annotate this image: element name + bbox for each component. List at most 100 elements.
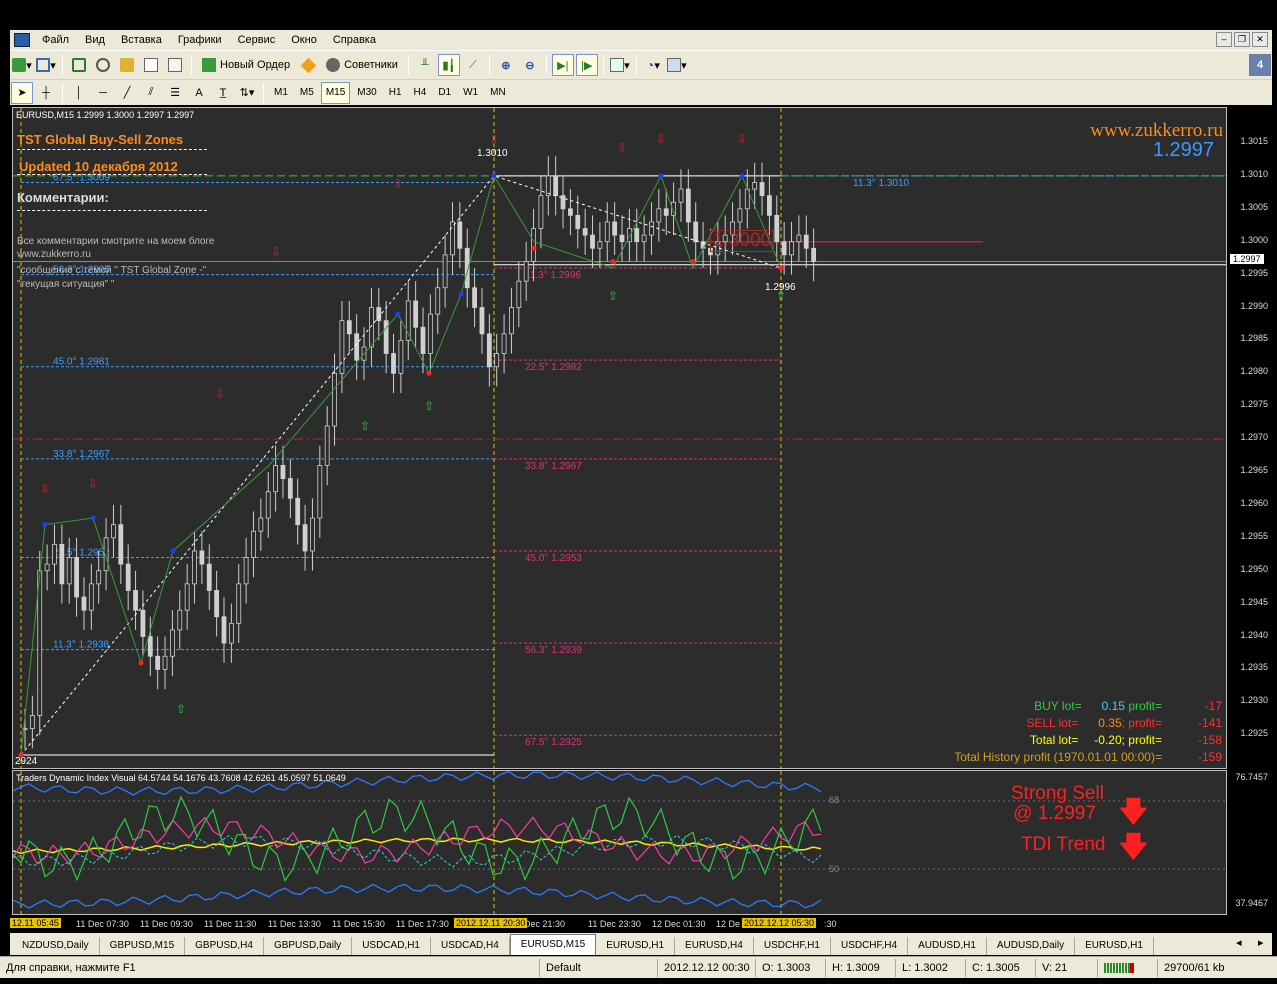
status-open: O: 1.3003	[756, 958, 826, 977]
candle-body	[206, 563, 212, 591]
chart-window-icon[interactable]	[14, 33, 30, 47]
price-scale-label: 1.2965	[1240, 465, 1268, 475]
cursor-button[interactable]: ➤	[11, 81, 33, 104]
price-chart[interactable]: 67.5° 1.3009 56.3° 1.2995 45.0° 1.2981 33.8…	[12, 107, 1227, 769]
chart-shift-button[interactable]: |▶	[575, 54, 598, 76]
chart-tab[interactable]: GBPUSD,M15	[100, 937, 186, 955]
menu-insert[interactable]: Вставка	[113, 30, 170, 50]
tab-scroll-right-icon[interactable]: ▸	[1258, 936, 1264, 949]
candle-body	[789, 241, 794, 256]
chart-tab[interactable]: NZDUSD,Daily	[12, 937, 100, 955]
status-profile[interactable]: Default	[540, 958, 658, 977]
candlestick-button[interactable]: ▮╽	[437, 54, 460, 76]
bar-chart-button[interactable]: ╨	[414, 54, 436, 76]
price-scale-label: 1.2955	[1240, 530, 1268, 541]
bar-chart-icon: ╨	[420, 59, 429, 71]
chart-tab[interactable]: USDCHF,H4	[831, 937, 909, 955]
sell-label: SELL lot=	[1026, 716, 1079, 730]
metaeditor-button[interactable]	[297, 54, 319, 76]
timeframe-mn[interactable]: MN	[485, 82, 511, 104]
timeframe-m15[interactable]: M15	[320, 81, 351, 104]
navigator-button[interactable]	[116, 54, 138, 76]
chart-tab[interactable]: USDCHF,H1	[754, 937, 831, 955]
time-axis-label: 11 Dec 15:30	[332, 919, 385, 929]
new-order-icon	[202, 58, 216, 72]
new-order-button[interactable]: Новый Ордер	[197, 54, 295, 76]
fibonacci-button[interactable]: ☰	[164, 82, 186, 104]
data-window-button[interactable]	[92, 54, 114, 76]
candle-body	[184, 583, 190, 611]
menu-window[interactable]: Окно	[283, 30, 325, 50]
messages-button[interactable]: 4	[1249, 54, 1271, 76]
time-axis-label: 11 Dec 23:30	[588, 919, 641, 929]
swing-high-label: 1.3010	[477, 148, 508, 159]
menu-charts[interactable]: Графики	[170, 30, 230, 50]
timeframe-m30[interactable]: M30	[352, 82, 381, 104]
sell-arrow-icon: ⇩	[215, 387, 225, 401]
profiles-button[interactable]: ▾	[35, 54, 57, 76]
candle-body	[317, 465, 323, 519]
strategy-tester-button[interactable]	[164, 54, 186, 76]
swing-high-dot	[458, 291, 464, 297]
candle-body	[737, 208, 743, 223]
chart-tab[interactable]: EURUSD,H1	[596, 937, 676, 955]
market-watch-button[interactable]	[68, 54, 90, 76]
menu-view[interactable]: Вид	[77, 30, 113, 50]
timeframe-h1[interactable]: H1	[384, 82, 407, 104]
text-button[interactable]: A	[188, 82, 210, 104]
text-label-button[interactable]: T̲	[212, 82, 234, 104]
menu-help[interactable]: Справка	[325, 30, 384, 50]
crosshair-button[interactable]: ┼	[35, 82, 57, 104]
timeframe-w1[interactable]: W1	[458, 82, 483, 104]
candle-body	[803, 234, 809, 249]
time-axis-label: 12 De	[716, 919, 741, 929]
arrows-button[interactable]: ⇅▾	[236, 82, 258, 104]
sell-lot: 0.35	[1098, 716, 1122, 730]
chart-tab[interactable]: GBPUSD,Daily	[264, 937, 353, 955]
time-axis-label: 11 Dec 13:30	[268, 919, 321, 929]
chart-tab[interactable]: EURUSD,M15	[509, 934, 597, 955]
chart-tab[interactable]: EURUSD,H4	[675, 937, 754, 955]
new-chart-button[interactable]: ▾	[11, 54, 33, 76]
zoom-in-button[interactable]: ⊕	[495, 54, 517, 76]
time-axis[interactable]: 11 Dec 07:30 11 Dec 09:30 11 Dec 11:30 11 D…	[10, 916, 1227, 933]
horizontal-line-button[interactable]: ─	[92, 82, 114, 104]
close-icon[interactable]: ✕	[1252, 32, 1268, 47]
text-icon: A	[195, 86, 203, 99]
timeframe-h4[interactable]: H4	[409, 82, 432, 104]
equidistant-channel-button[interactable]: ⫽	[140, 82, 162, 104]
templates-button[interactable]: ▾	[666, 54, 688, 76]
menu-file[interactable]: Файл	[34, 30, 77, 50]
periodicity-button[interactable]: ◔ ▾	[642, 54, 664, 76]
tab-scroll-left-icon[interactable]: ◂	[1236, 936, 1242, 949]
zoom-out-button[interactable]: ⊖	[519, 54, 541, 76]
vertical-line-icon: │	[75, 86, 83, 99]
chart-tab[interactable]: USDCAD,H1	[352, 937, 431, 955]
status-close: C: 1.3005	[966, 958, 1036, 977]
auto-scroll-button[interactable]: ▶|	[551, 54, 574, 76]
chart-tab[interactable]: AUDUSD,Daily	[987, 937, 1076, 955]
history-label: Total History profit (1970.01.01 00:00)=	[954, 750, 1162, 764]
time-axis-label: 11 Dec 07:30	[76, 919, 129, 929]
menu-tools[interactable]: Сервис	[230, 30, 284, 50]
chart-tab[interactable]: GBPUSD,H4	[185, 937, 264, 955]
chart-tab[interactable]: USDCAD,H4	[431, 937, 510, 955]
timeframe-m5[interactable]: M5	[295, 82, 319, 104]
minimize-icon[interactable]: –	[1216, 32, 1232, 47]
chart-tab[interactable]: EURUSD,H1	[1075, 937, 1154, 955]
timeframe-m1[interactable]: M1	[269, 82, 293, 104]
vertical-line-button[interactable]: │	[68, 82, 90, 104]
indicators-button[interactable]: ▾	[609, 54, 631, 76]
chart-tab[interactable]: AUDUSD,H1	[908, 937, 987, 955]
candle-body	[258, 517, 264, 532]
trendline-button[interactable]: ╱	[116, 82, 138, 104]
line-chart-button[interactable]: ⟋	[462, 54, 484, 76]
expert-advisors-button[interactable]: Советники	[321, 54, 403, 76]
tdi-indicator-panel[interactable]: Traders Dynamic Index Visual 64.5744 54.…	[12, 770, 1227, 915]
candle-body	[74, 557, 79, 598]
restore-icon[interactable]: ❐	[1234, 32, 1250, 47]
connection-icon[interactable]	[1098, 958, 1158, 977]
price-scale[interactable]: 1.3015 1.3010 1.3005 1.3000 1.2995 1.2990 1.29…	[1228, 107, 1272, 769]
timeframe-d1[interactable]: D1	[433, 82, 456, 104]
terminal-button[interactable]	[140, 54, 162, 76]
